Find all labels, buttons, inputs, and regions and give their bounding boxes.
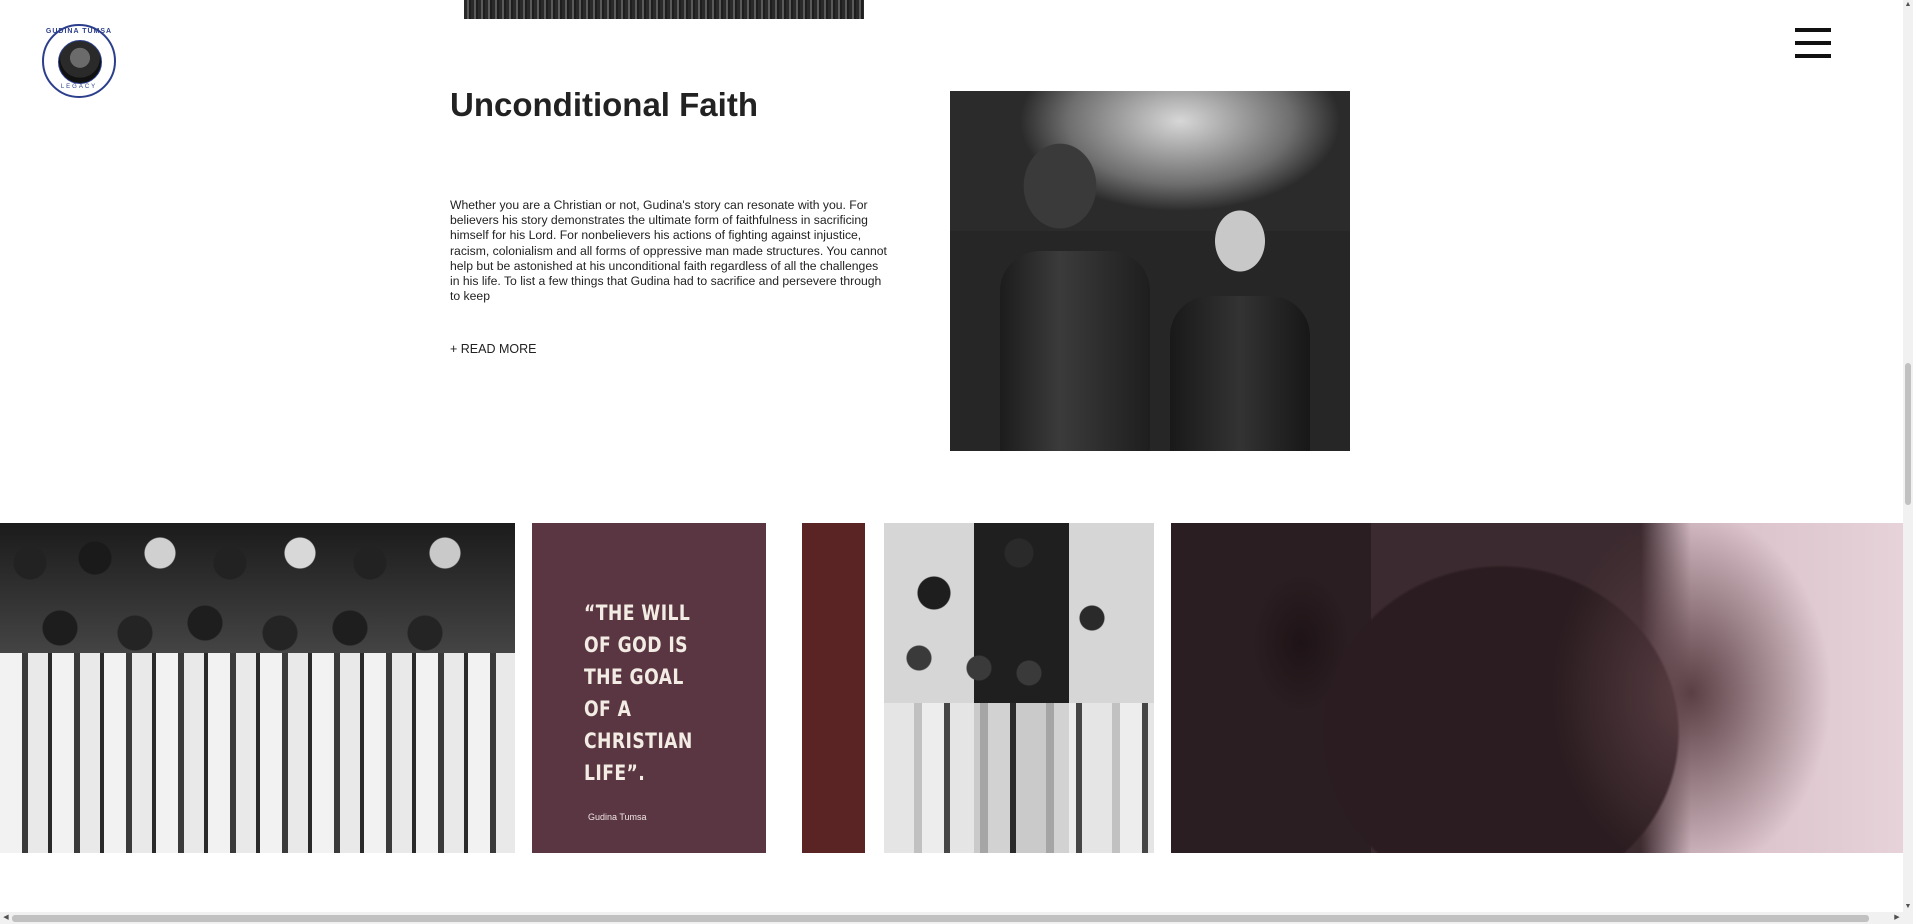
logo-portrait-icon bbox=[58, 40, 102, 84]
logo-text-top: GUDINA TUMSA bbox=[45, 28, 113, 35]
horizontal-scroll-thumb[interactable] bbox=[12, 915, 1869, 922]
gallery-color-panel[interactable] bbox=[802, 523, 865, 853]
gallery-group-photo[interactable] bbox=[0, 523, 515, 853]
vertical-scrollbar[interactable]: ▲ ▼ bbox=[1903, 0, 1913, 924]
previous-section-photo bbox=[464, 0, 864, 19]
scroll-up-icon[interactable]: ▲ bbox=[1903, 0, 1913, 10]
gallery-family-photo[interactable] bbox=[884, 523, 1154, 853]
two-men-walking-photo bbox=[950, 91, 1350, 451]
scroll-left-icon[interactable]: ◀ bbox=[0, 912, 12, 924]
horizontal-scrollbar[interactable]: ◀ ▶ bbox=[0, 912, 1903, 924]
section-heading: Unconditional Faith bbox=[450, 86, 758, 123]
quote-author: Gudina Tumsa bbox=[588, 812, 647, 822]
hamburger-menu-icon[interactable] bbox=[1795, 28, 1831, 58]
quote-text: “THE WILL OF GOD IS THE GOAL OF A CHRIST… bbox=[584, 601, 693, 785]
scroll-down-icon[interactable]: ▼ bbox=[1903, 902, 1913, 912]
scroll-right-icon[interactable]: ▶ bbox=[1891, 912, 1903, 924]
vertical-scroll-thumb[interactable] bbox=[1905, 363, 1911, 505]
logo-text-bottom: LEGACY bbox=[60, 84, 98, 90]
gallery-quote-card[interactable]: “THE WILL OF GOD IS THE GOAL OF A CHRIST… bbox=[532, 523, 766, 853]
site-logo[interactable]: GUDINA TUMSA LEGACY bbox=[42, 24, 116, 98]
read-more-link[interactable]: + READ MORE bbox=[450, 342, 536, 356]
gallery-portrait-photo[interactable] bbox=[1171, 523, 1903, 853]
section-body-text: Whether you are a Christian or not, Gudi… bbox=[450, 198, 887, 304]
